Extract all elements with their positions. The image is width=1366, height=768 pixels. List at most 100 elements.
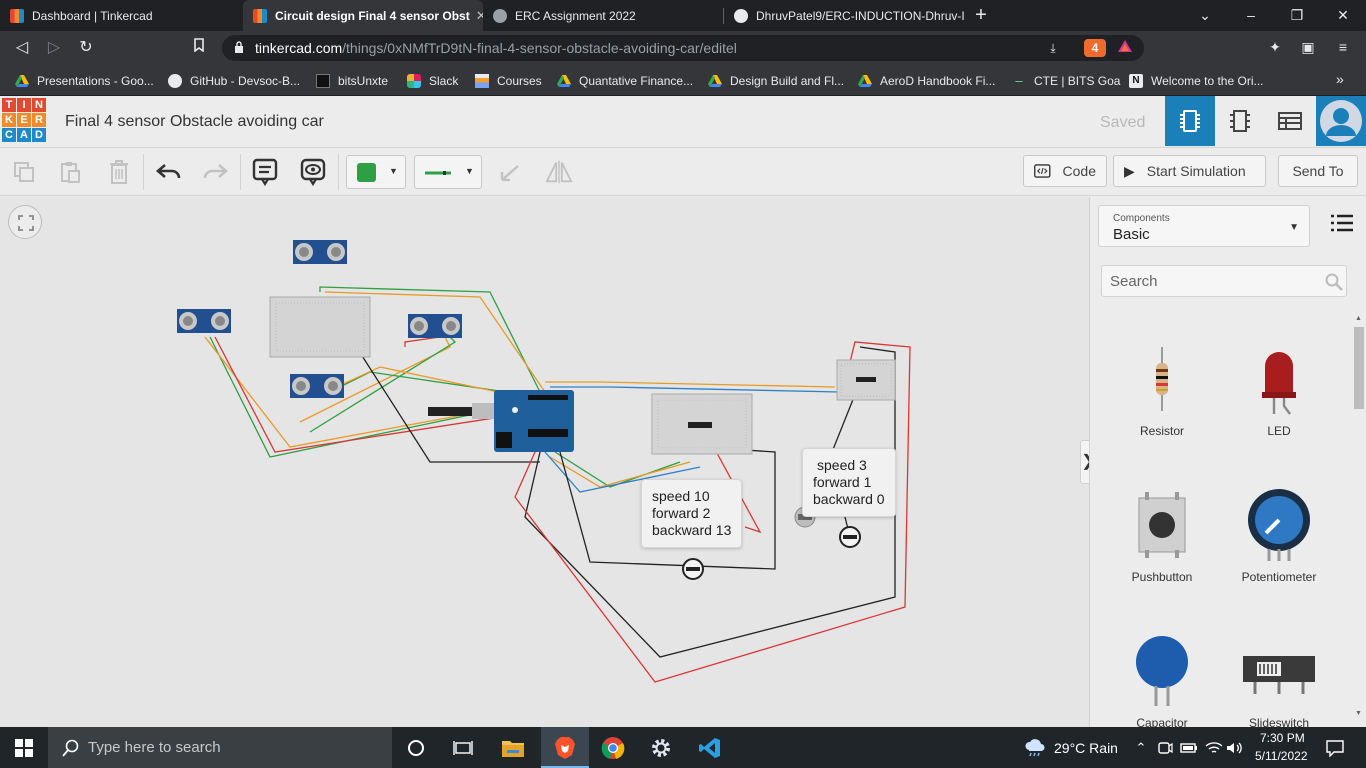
weather-rain-icon[interactable] (1022, 735, 1048, 761)
breadboard-middle[interactable] (651, 393, 753, 455)
component-slideswitch[interactable]: Slideswitch (1220, 634, 1338, 727)
file-explorer-icon[interactable] (500, 735, 526, 761)
bookmark-item[interactable]: bitsUnxte (316, 72, 388, 90)
close-tab-icon[interactable]: ✕ (470, 8, 483, 24)
scrollbar-thumb[interactable] (1354, 327, 1364, 409)
bookmark-item[interactable]: Quantative Finance... (557, 72, 693, 90)
list-view-icon[interactable] (1330, 213, 1354, 233)
address-bar[interactable]: tinkercad.com/things/0xNMfTrD9tN-final-4… (222, 35, 1144, 61)
forward-button[interactable]: ▷ (43, 37, 65, 59)
tab-circuit-design[interactable]: Circuit design Final 4 sensor Obst ✕ (243, 0, 483, 31)
brave-rewards-icon[interactable] (1116, 39, 1134, 57)
bookmark-item[interactable]: GitHub - Devsoc-B... (168, 72, 300, 90)
clock-time[interactable]: 7:30 PM (1260, 731, 1305, 745)
windows-start-icon[interactable] (11, 735, 37, 761)
circuit-view-button[interactable] (1165, 96, 1215, 146)
user-avatar[interactable] (1316, 96, 1366, 146)
chrome-icon[interactable] (600, 735, 626, 761)
search-icon[interactable] (1325, 273, 1343, 291)
close-window-button[interactable]: ✕ (1320, 0, 1366, 31)
bookmark-item[interactable]: Presentations - Goo... (15, 72, 154, 90)
menu-icon[interactable]: ≡ (1333, 37, 1353, 57)
breadboard-main[interactable] (269, 296, 371, 358)
back-button[interactable]: ◁ (11, 37, 33, 59)
chevron-up-icon[interactable]: ⌃ (1128, 735, 1154, 761)
component-search-input[interactable] (1101, 265, 1347, 297)
circuit-drawing[interactable] (0, 197, 1089, 727)
task-view-icon[interactable] (450, 735, 476, 761)
tab-search-icon[interactable]: ⌄ (1182, 0, 1228, 31)
ultrasonic-sensor-left[interactable] (177, 309, 231, 333)
cortana-icon[interactable] (403, 735, 429, 761)
brave-shields-icon[interactable]: 4 (1084, 39, 1106, 57)
components-category-select[interactable]: Components Basic ▼ (1098, 205, 1310, 247)
start-simulation-button[interactable]: ▶ Start Simulation (1113, 155, 1266, 187)
link-icon: – (1015, 73, 1023, 88)
breadboard-right[interactable] (836, 359, 896, 401)
wire-type-dropdown[interactable]: ▼ (414, 155, 482, 189)
bookmark-item[interactable]: Courses (475, 72, 542, 90)
tooltip-line: backward 13 (652, 522, 732, 538)
bookmark-item[interactable]: Design Build and Fl... (708, 72, 844, 90)
code-button[interactable]: Code (1023, 155, 1107, 187)
tab-erc-assignment[interactable]: ERC Assignment 2022 (483, 0, 723, 31)
minimize-button[interactable]: – (1228, 0, 1274, 31)
scroll-up-icon[interactable]: ▲ (1355, 315, 1362, 322)
paste-icon[interactable] (56, 158, 84, 186)
dc-motor-1[interactable] (682, 558, 704, 580)
more-bookmarks-icon[interactable]: » (1336, 71, 1344, 87)
notes-visibility-icon[interactable] (299, 158, 327, 186)
brave-browser-icon[interactable] (552, 735, 578, 761)
vscode-icon[interactable] (697, 735, 723, 761)
tab-dashboard[interactable]: Dashboard | Tinkercad (0, 0, 242, 31)
install-app-icon[interactable]: ⤓ (1044, 39, 1062, 57)
bookmark-item[interactable]: Slack (407, 72, 458, 90)
battery-icon[interactable] (1176, 735, 1202, 761)
bookmark-item[interactable]: AeroD Handbook Fi... (858, 72, 995, 90)
scroll-down-icon[interactable]: ▼ (1355, 710, 1362, 717)
taskbar-search-placeholder: Type here to search (88, 739, 221, 756)
clock-date[interactable]: 5/11/2022 (1255, 749, 1308, 763)
wallet-icon[interactable]: ▣ (1298, 37, 1318, 57)
flip-icon[interactable] (545, 158, 573, 186)
panel-scrollbar[interactable]: ▲ ▼ (1351, 315, 1366, 727)
delete-icon[interactable] (105, 158, 133, 186)
circuit-canvas[interactable]: speed 10 forward 2 backward 13 speed 3 f… (0, 197, 1089, 727)
settings-gear-icon[interactable] (648, 735, 674, 761)
maximize-button[interactable]: ❐ (1274, 0, 1320, 31)
component-pushbutton[interactable]: Pushbutton (1103, 488, 1221, 584)
tab-github[interactable]: DhruvPatel9/ERC-INDUCTION-Dhruv-I (724, 0, 964, 31)
rotate-icon[interactable] (496, 158, 524, 186)
redo-icon[interactable] (201, 158, 229, 186)
bookmark-item[interactable]: N Welcome to the Ori... (1129, 72, 1263, 90)
tinkercad-logo[interactable]: T I N K E R C A D (2, 98, 46, 142)
color-picker-dropdown[interactable]: ▼ (346, 155, 406, 189)
volume-icon[interactable] (1222, 735, 1248, 761)
ultrasonic-sensor-top[interactable] (293, 240, 347, 264)
note-icon[interactable] (251, 158, 279, 186)
new-tab-button[interactable]: + (970, 4, 992, 26)
ultrasonic-sensor-right[interactable] (408, 314, 462, 338)
component-potentiometer[interactable]: Potentiometer (1220, 488, 1338, 584)
component-capacitor[interactable]: Capacitor (1103, 634, 1221, 727)
dc-motor-2[interactable] (839, 526, 861, 548)
arduino-uno[interactable] (428, 390, 574, 452)
copy-icon[interactable] (10, 158, 38, 186)
bookmark-icon[interactable] (188, 37, 210, 59)
ultrasonic-sensor-bottom[interactable] (290, 374, 344, 398)
component-resistor[interactable]: Resistor (1103, 342, 1221, 438)
meet-now-icon[interactable] (1152, 735, 1178, 761)
design-title[interactable]: Final 4 sensor Obstacle avoiding car (65, 113, 324, 131)
extensions-icon[interactable]: ✦ (1265, 37, 1285, 57)
bookmark-item[interactable]: – CTE | BITS Goa (1012, 72, 1120, 90)
schematic-view-button[interactable] (1215, 96, 1265, 146)
reload-button[interactable]: ↻ (75, 37, 97, 59)
github-icon (734, 8, 748, 23)
weather-text[interactable]: 29°C Rain (1054, 740, 1118, 756)
send-to-button[interactable]: Send To (1278, 155, 1358, 187)
notifications-icon[interactable] (1322, 735, 1348, 761)
undo-icon[interactable] (155, 158, 183, 186)
component-led[interactable]: LED (1220, 342, 1338, 438)
component-list-button[interactable] (1265, 96, 1315, 146)
taskbar-search-box[interactable]: Type here to search (48, 727, 392, 768)
